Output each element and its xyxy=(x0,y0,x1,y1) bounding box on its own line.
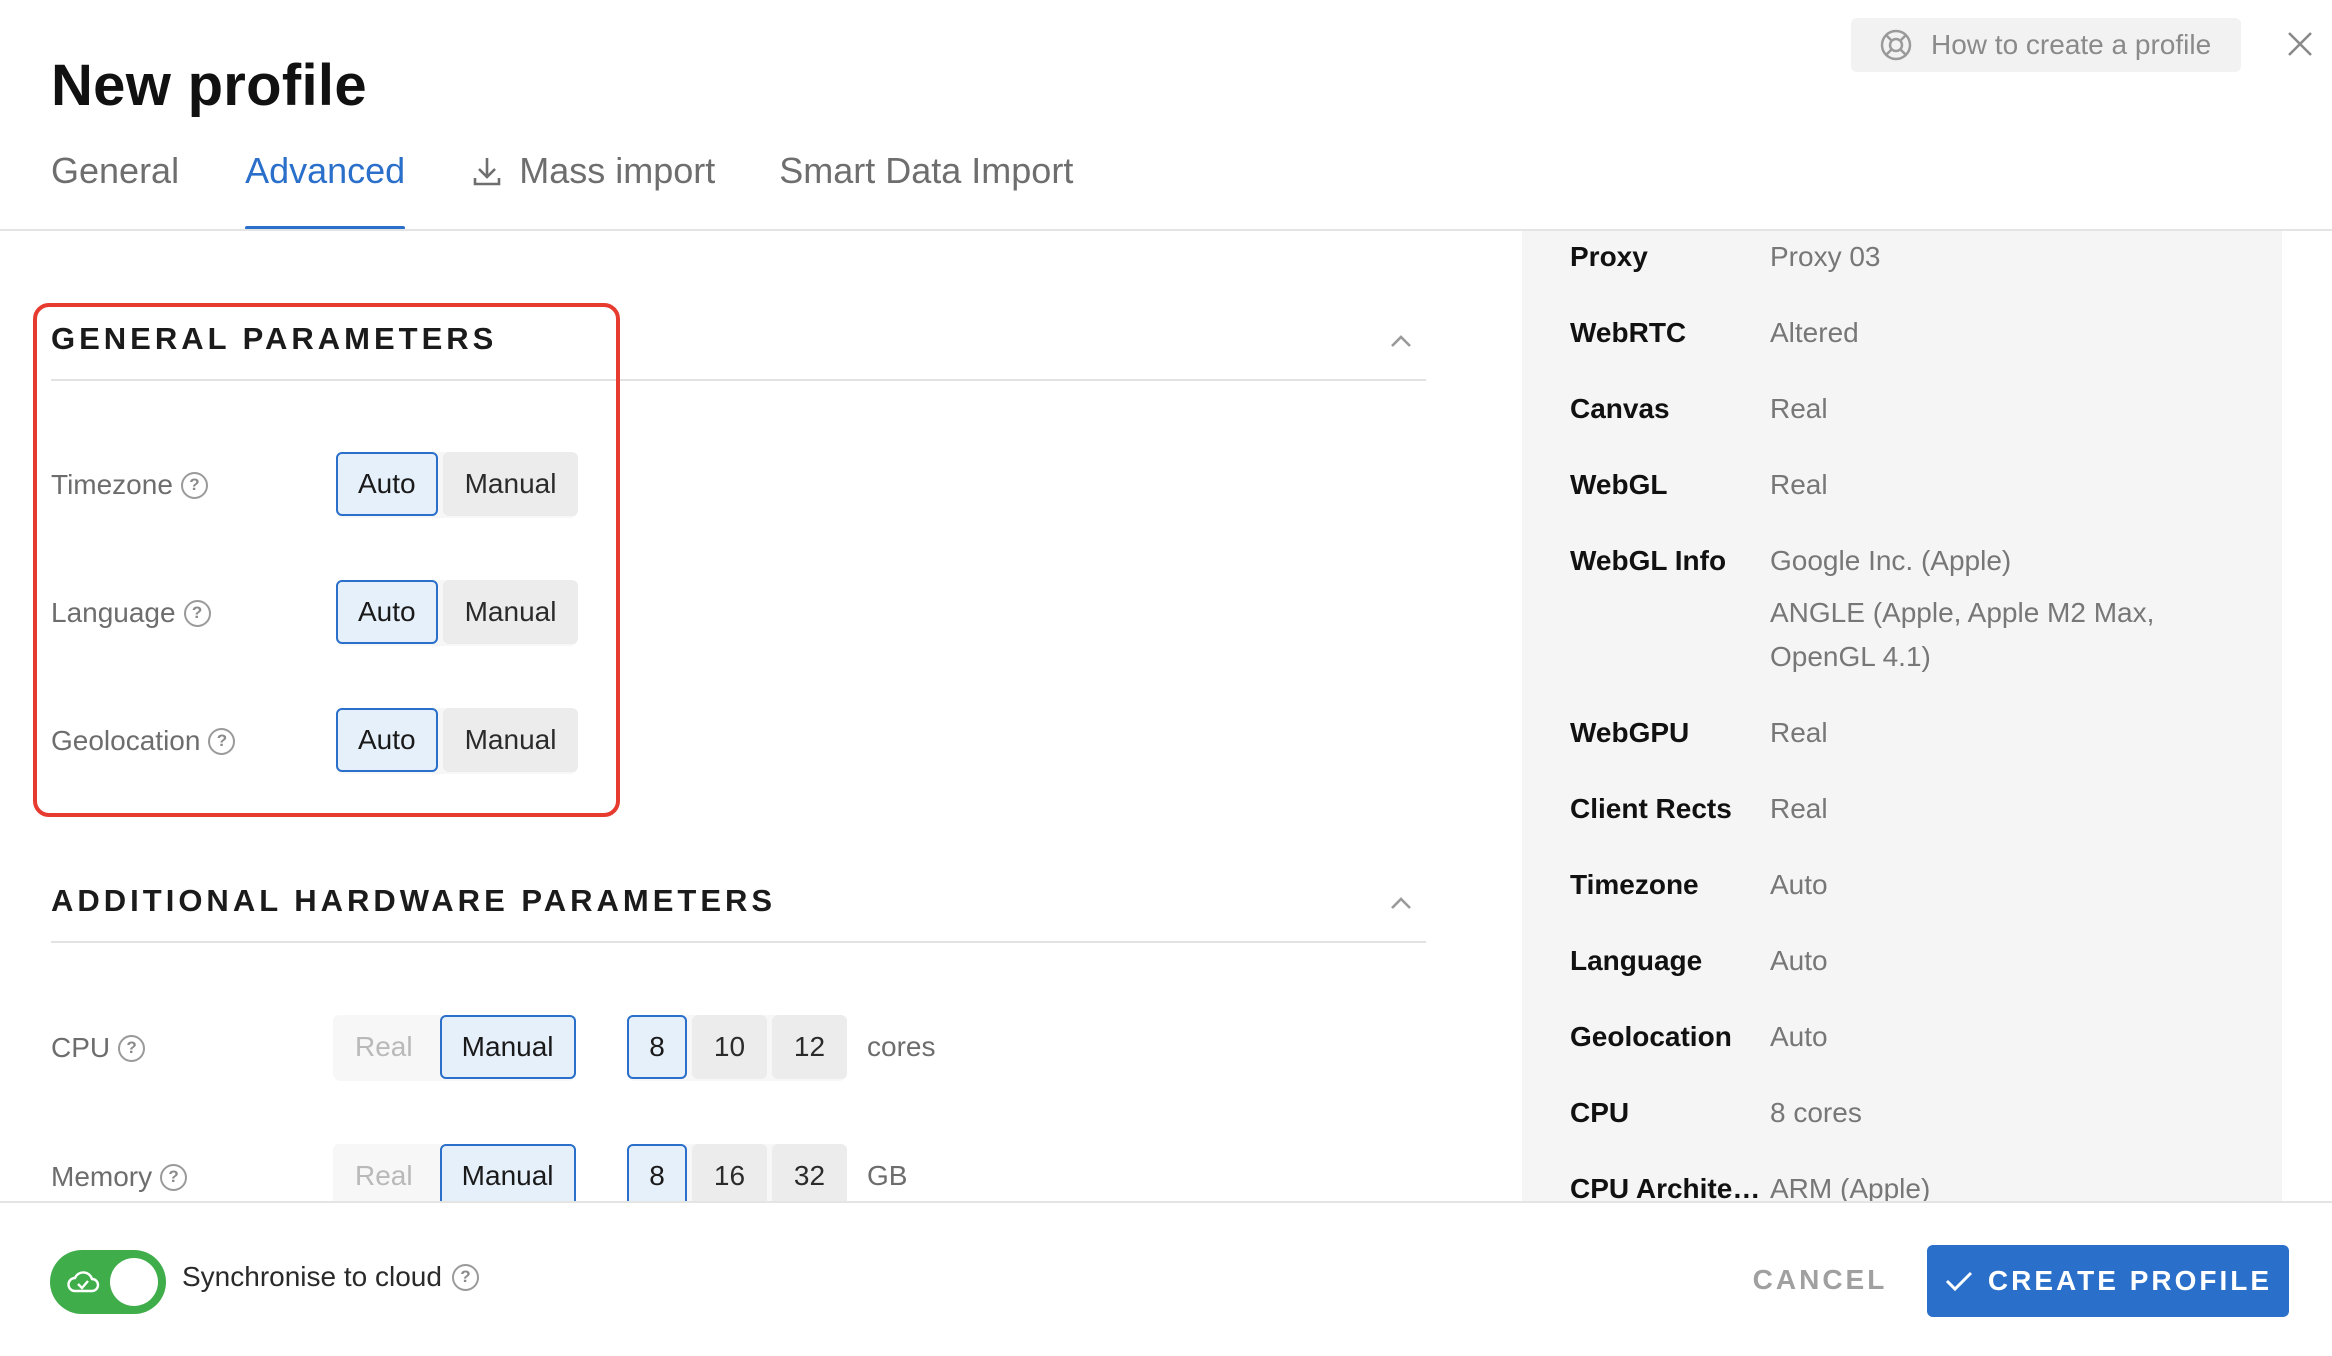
geolocation-auto-button[interactable]: Auto xyxy=(336,708,438,772)
summary-row-language: Language Auto xyxy=(1570,945,1828,976)
memory-32-button[interactable]: 32 xyxy=(772,1144,847,1201)
memory-real-button[interactable]: Real xyxy=(333,1144,435,1201)
cpu-mode-toggle: Real Manual xyxy=(333,1015,576,1081)
create-profile-button[interactable]: CREATE PROFILE xyxy=(1927,1245,2289,1317)
sync-cloud-toggle[interactable] xyxy=(50,1250,166,1314)
memory-mode-toggle: Real Manual xyxy=(333,1144,576,1201)
timezone-toggle: Auto Manual xyxy=(336,452,579,518)
help-icon[interactable]: ? xyxy=(451,1263,479,1291)
how-to-create-profile-button[interactable]: How to create a profile xyxy=(1851,18,2241,72)
geolocation-manual-button[interactable]: Manual xyxy=(442,708,579,772)
cpu-manual-button[interactable]: Manual xyxy=(439,1015,576,1079)
webgl-renderer: ANGLE (Apple, Apple M2 Max, OpenGL 4.1) xyxy=(1770,597,2155,672)
cpu-real-button[interactable]: Real xyxy=(333,1015,435,1079)
webgl-vendor: Google Inc. (Apple) xyxy=(1770,545,2012,576)
memory-size-selector: 8 16 32 xyxy=(627,1144,847,1201)
profile-summary-panel[interactable]: Proxy Proxy 03 WebRTC Altered Canvas Rea… xyxy=(1522,231,2282,1201)
tab-mass-import[interactable]: Mass import xyxy=(471,150,715,230)
timezone-label: Timezone xyxy=(51,469,173,500)
general-parameters-header[interactable]: GENERAL PARAMETERS xyxy=(51,299,1426,381)
help-icon[interactable]: ? xyxy=(180,471,208,499)
summary-row-canvas: Canvas Real xyxy=(1570,393,1828,424)
summary-row-webgl: WebGL Real xyxy=(1570,469,1828,500)
toggle-knob xyxy=(110,1258,158,1306)
memory-8-button[interactable]: 8 xyxy=(627,1144,687,1201)
section-title: ADDITIONAL HARDWARE PARAMETERS xyxy=(51,883,777,918)
cpu-cores-8-button[interactable]: 8 xyxy=(627,1015,687,1079)
geolocation-row: Geolocation ? xyxy=(51,709,236,773)
chevron-up-icon[interactable] xyxy=(1386,327,1416,357)
timezone-manual-button[interactable]: Manual xyxy=(442,452,579,516)
language-auto-button[interactable]: Auto xyxy=(336,580,438,644)
language-label: Language xyxy=(51,597,176,628)
footer-bar: Synchronise to cloud ? CANCEL CREATE PRO… xyxy=(0,1201,2332,1356)
tab-bar: General Advanced Mass import Smart Data … xyxy=(51,150,1073,230)
timezone-auto-button[interactable]: Auto xyxy=(336,452,438,516)
timezone-row: Timezone ? xyxy=(51,453,208,517)
summary-row-proxy: Proxy Proxy 03 xyxy=(1570,241,1881,272)
create-profile-label: CREATE PROFILE xyxy=(1987,1265,2273,1296)
memory-row: Memory ? xyxy=(51,1145,188,1201)
download-icon xyxy=(473,158,501,186)
close-icon[interactable] xyxy=(2282,26,2318,62)
cpu-unit-label: cores xyxy=(867,1031,936,1062)
page-title: New profile xyxy=(51,53,367,118)
tab-smart-data-import[interactable]: Smart Data Import xyxy=(779,150,1073,230)
cpu-cores-selector: 8 10 12 xyxy=(627,1015,847,1081)
help-link-label: How to create a profile xyxy=(1931,29,2212,60)
cpu-label: CPU xyxy=(51,1032,111,1063)
tab-general[interactable]: General xyxy=(51,150,179,230)
language-row: Language ? xyxy=(51,581,211,645)
settings-panel[interactable]: GENERAL PARAMETERS Timezone ? Auto Manua… xyxy=(51,231,1426,1201)
help-icon[interactable]: ? xyxy=(208,727,236,755)
cancel-button[interactable]: CANCEL xyxy=(1740,1245,1900,1315)
cpu-cores-10-button[interactable]: 10 xyxy=(692,1015,767,1079)
memory-16-button[interactable]: 16 xyxy=(692,1144,767,1201)
summary-row-timezone: Timezone Auto xyxy=(1570,869,1828,900)
summary-row-client-rects: Client Rects Real xyxy=(1570,793,1828,824)
lifebuoy-icon xyxy=(1880,29,1912,61)
summary-row-webgl-info: WebGL Info Google Inc. (Apple) ANGLE (Ap… xyxy=(1570,539,2260,679)
chevron-up-icon[interactable] xyxy=(1386,889,1416,919)
memory-manual-button[interactable]: Manual xyxy=(439,1144,576,1201)
summary-row-webrtc: WebRTC Altered xyxy=(1570,317,1859,348)
geolocation-label: Geolocation xyxy=(51,725,201,756)
cpu-cores-12-button[interactable]: 12 xyxy=(772,1015,847,1079)
summary-row-webgpu: WebGPU Real xyxy=(1570,717,1828,748)
geolocation-toggle: Auto Manual xyxy=(336,708,579,774)
hardware-parameters-header[interactable]: ADDITIONAL HARDWARE PARAMETERS xyxy=(51,861,1426,943)
check-icon xyxy=(1945,1271,1972,1292)
summary-row-cpu-architecture: CPU Architecture ARM (Apple) xyxy=(1570,1173,1931,1201)
help-icon[interactable]: ? xyxy=(118,1034,146,1062)
summary-row-geolocation: Geolocation Auto xyxy=(1570,1021,1828,1052)
memory-unit-label: GB xyxy=(867,1160,908,1191)
tab-advanced[interactable]: Advanced xyxy=(245,150,406,230)
section-title: GENERAL PARAMETERS xyxy=(51,321,498,356)
summary-row-cpu: CPU 8 cores xyxy=(1570,1097,1862,1128)
cpu-row: CPU ? xyxy=(51,1016,146,1080)
language-toggle: Auto Manual xyxy=(336,580,579,646)
help-icon[interactable]: ? xyxy=(160,1163,188,1191)
sync-cloud-label: Synchronise to cloud xyxy=(182,1261,442,1292)
cloud-check-icon xyxy=(67,1271,100,1293)
help-icon[interactable]: ? xyxy=(183,599,211,627)
language-manual-button[interactable]: Manual xyxy=(442,580,579,644)
memory-label: Memory xyxy=(51,1161,153,1192)
